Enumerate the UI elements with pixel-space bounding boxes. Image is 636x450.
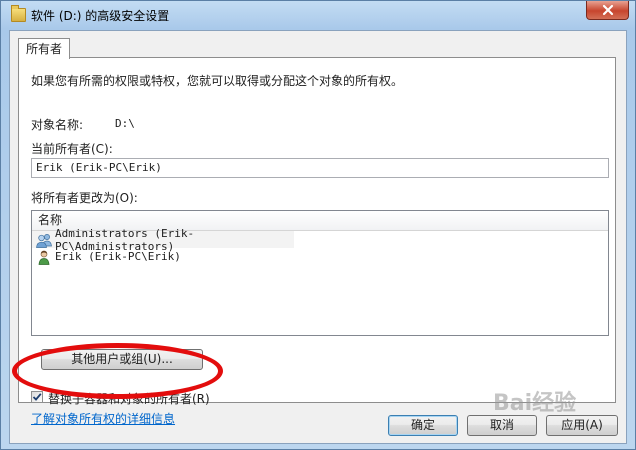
ok-button[interactable]: 确定 — [388, 415, 458, 436]
title-bar[interactable]: 软件 (D:) 的高级安全设置 — [1, 1, 635, 29]
dialog-client-area: 所有者 如果您有所需的权限或特权，您就可以取得或分配这个对象的所有权。 对象名称… — [9, 30, 627, 444]
close-button[interactable] — [586, 1, 629, 20]
dialog-window: 软件 (D:) 的高级安全设置 所有者 如果您有所需的权限或特权，您就可以取得或… — [0, 0, 636, 450]
description-text: 如果您有所需的权限或特权，您就可以取得或分配这个对象的所有权。 — [31, 74, 404, 88]
checkmark-icon — [32, 393, 42, 401]
users-group-icon — [36, 233, 52, 248]
other-users-button[interactable]: 其他用户或组(U)... — [41, 349, 203, 370]
list-item[interactable]: Erik (Erik-PC\Erik) — [32, 248, 608, 265]
object-name-label: 对象名称: — [31, 118, 84, 132]
object-name-value: D:\ — [115, 117, 135, 130]
close-icon — [602, 4, 613, 16]
cancel-button[interactable]: 取消 — [467, 415, 537, 436]
list-item[interactable]: Administrators (Erik-PC\Administrators) — [32, 227, 294, 253]
owner-tab-panel: 如果您有所需的权限或特权，您就可以取得或分配这个对象的所有权。 对象名称: D:… — [18, 57, 616, 426]
replace-owner-label[interactable]: 替换子容器和对象的所有者(R) — [48, 390, 210, 407]
learn-more-link[interactable]: 了解对象所有权的详细信息 — [31, 410, 175, 427]
window-title: 软件 (D:) 的高级安全设置 — [31, 9, 170, 23]
change-owner-label: 将所有者更改为(O): — [31, 191, 138, 205]
tab-owner[interactable]: 所有者 — [18, 38, 71, 59]
current-owner-field[interactable]: Erik (Erik-PC\Erik) — [31, 158, 609, 178]
replace-owner-checkbox[interactable] — [31, 391, 43, 403]
apply-button[interactable]: 应用(A) — [546, 415, 618, 436]
folder-icon — [11, 5, 26, 22]
owner-name: Erik (Erik-PC\Erik) — [55, 250, 181, 263]
owner-listbox[interactable]: 名称 Administrators (Erik-PC\Administrator… — [31, 210, 609, 336]
current-owner-label: 当前所有者(C): — [31, 142, 113, 156]
owner-name: Administrators (Erik-PC\Administrators) — [55, 226, 195, 253]
user-icon — [38, 250, 50, 265]
